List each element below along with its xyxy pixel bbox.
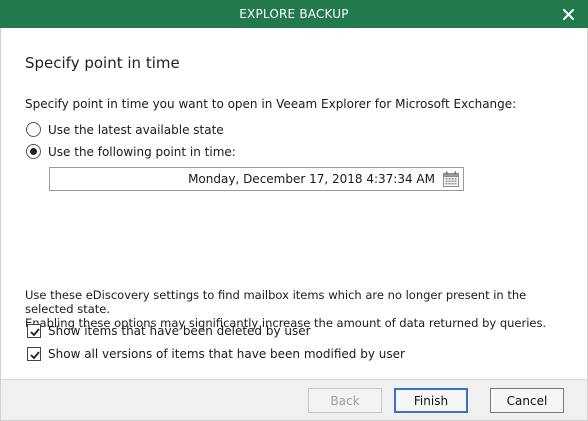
checkbox-all-versions-label: Show all versions of items that have bee… [48, 347, 405, 361]
cancel-button[interactable]: Cancel [490, 388, 564, 413]
checkbox-deleted-items[interactable]: Show items that have been deleted by use… [27, 324, 311, 338]
radio-point-in-time-indicator[interactable] [26, 144, 41, 159]
checkbox-deleted-items-box[interactable] [27, 324, 41, 338]
finish-button[interactable]: Finish [394, 388, 468, 413]
title-bar: EXPLORE BACKUP [0, 0, 588, 28]
ediscovery-note-line-1: Use these eDiscovery settings to find ma… [25, 288, 527, 316]
radio-latest-state-label: Use the latest available state [48, 122, 224, 137]
checkbox-all-versions-box[interactable] [27, 347, 41, 361]
page-title: Specify point in time [25, 54, 180, 72]
checkbox-deleted-items-label: Show items that have been deleted by use… [48, 324, 311, 338]
datetime-picker[interactable]: Monday, December 17, 2018 4:37:34 AM [49, 167, 464, 191]
checkmark-icon [30, 328, 40, 337]
radio-point-in-time[interactable]: Use the following point in time: [26, 144, 236, 159]
checkmark-icon [30, 351, 40, 360]
dialog-content: Specify point in time Specify point in t… [0, 28, 588, 379]
radio-latest-state-indicator[interactable] [26, 122, 41, 137]
close-icon [562, 8, 574, 20]
radio-point-in-time-label: Use the following point in time: [48, 144, 236, 159]
checkbox-all-versions[interactable]: Show all versions of items that have bee… [27, 347, 405, 361]
calendar-icon[interactable] [443, 171, 459, 187]
datetime-value: Monday, December 17, 2018 4:37:34 AM [188, 172, 435, 186]
explore-backup-dialog: EXPLORE BACKUP Specify point in time Spe… [0, 0, 588, 421]
back-button[interactable]: Back [308, 388, 382, 413]
window-title: EXPLORE BACKUP [239, 7, 349, 21]
radio-latest-state[interactable]: Use the latest available state [26, 122, 224, 137]
instruction-text: Specify point in time you want to open i… [25, 97, 517, 111]
close-button[interactable] [548, 0, 588, 28]
dialog-footer: Back Finish Cancel [0, 379, 588, 421]
